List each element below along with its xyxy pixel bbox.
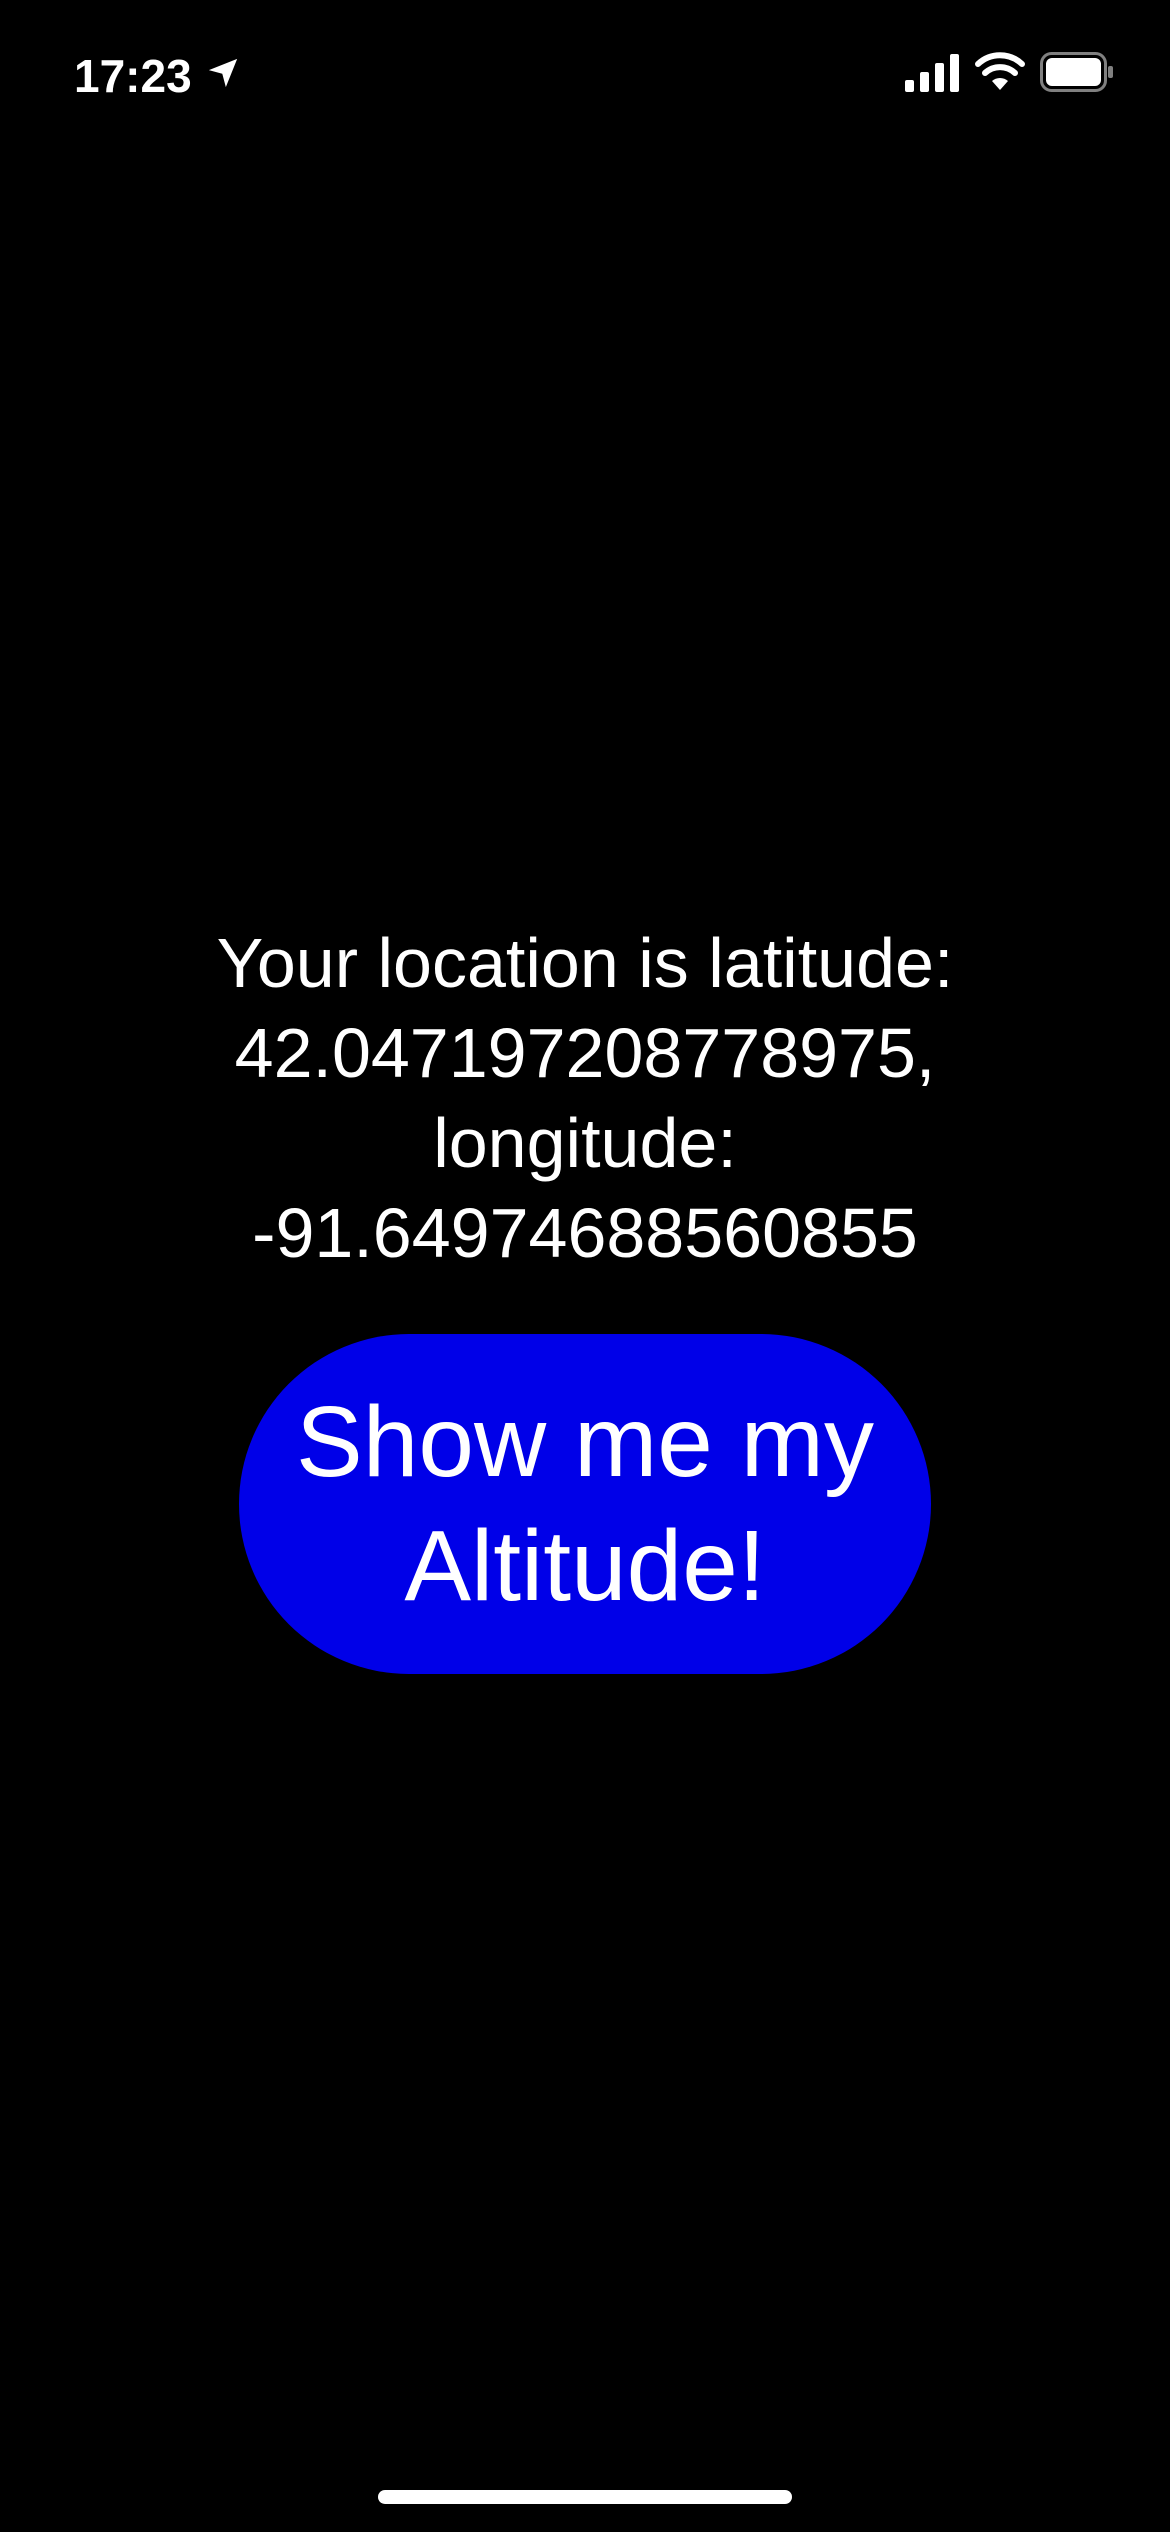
latitude-value: 42.047197208778975, (234, 1014, 936, 1092)
battery-icon (1040, 52, 1113, 92)
home-indicator[interactable] (378, 2490, 792, 2504)
show-altitude-button-label: Show me my Altitude! (296, 1380, 874, 1628)
status-time: 17:23 (74, 50, 192, 102)
location-arrow-icon (208, 58, 238, 88)
status-bar: 17:23 (0, 0, 1170, 150)
wifi-icon (975, 52, 1025, 90)
location-label: Your location is latitude: 42.0471972087… (135, 918, 1035, 1278)
button-label-line-2: Altitude! (404, 1510, 766, 1622)
location-intro-text: Your location is latitude: (216, 924, 954, 1002)
longitude-value: -91.64974688560855 (252, 1194, 918, 1272)
show-altitude-button[interactable]: Show me my Altitude! (239, 1334, 931, 1674)
button-label-line-1: Show me my (296, 1386, 874, 1498)
signal-icon (905, 54, 959, 92)
longitude-label: longitude: (433, 1104, 737, 1182)
